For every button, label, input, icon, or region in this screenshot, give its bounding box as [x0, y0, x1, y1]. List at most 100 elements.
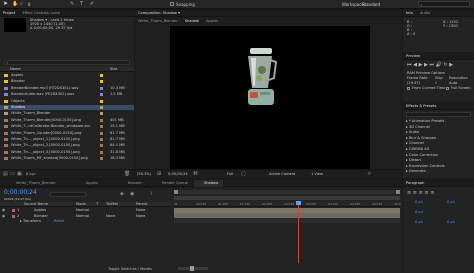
effects-search-input[interactable] — [406, 112, 471, 117]
effects-category[interactable]: ▸ Generate — [406, 169, 472, 173]
layer-name[interactable]: Apples — [34, 208, 46, 213]
project-item[interactable]: BlenderAudio.wav (FE2D4302).wav 1.5 MB — [0, 92, 134, 97]
views-select[interactable]: 1 View — [311, 172, 323, 176]
tab-effect-controls[interactable]: Effect Controls: none — [19, 10, 63, 16]
project-item[interactable]: White_Th..._object_2.[0000-0150].png 64.1… — [0, 143, 134, 148]
timecode-display[interactable]: 0;00;00;24 — [168, 172, 188, 176]
skip-value[interactable]: 0 — [435, 81, 437, 85]
timeline-tab-render-queue[interactable]: Render Queue — [148, 180, 193, 187]
toggle-switches-modes[interactable]: Toggle Switches / Modes — [108, 267, 152, 271]
indent-left[interactable]: 0 px — [415, 200, 423, 204]
comp-tab-shadow[interactable]: Shadow — [182, 18, 202, 24]
layer-mode-select[interactable]: Normal — [76, 214, 89, 219]
zoom-tool-icon[interactable]: ⌕ — [20, 1, 26, 7]
label-color-swatch[interactable] — [100, 112, 103, 116]
composition-header-label[interactable]: Composition: Shadow ▾ — [135, 10, 183, 16]
effects-category[interactable]: ▸ Distort — [406, 158, 472, 162]
layer-name[interactable]: Blender — [34, 214, 48, 219]
navigator-handle-end[interactable] — [396, 190, 400, 194]
motion-blur-icon[interactable]: ◉ — [130, 191, 134, 197]
interpret-footage-icon[interactable]: ▤ — [3, 171, 8, 177]
justify-icon[interactable]: ≡ — [424, 190, 428, 196]
timeline-search-input[interactable] — [50, 192, 86, 197]
label-color-swatch[interactable] — [100, 131, 103, 135]
work-area-bar[interactable] — [174, 196, 400, 200]
new-composition-icon[interactable]: ▣ — [17, 171, 22, 177]
loop-icon[interactable]: ↻ — [443, 62, 447, 68]
navigator-handle-start[interactable] — [174, 190, 178, 194]
timeline-tab-shadow[interactable]: Shadow — [193, 180, 224, 187]
project-item[interactable]: Apples — [0, 73, 134, 78]
current-time-indicator[interactable] — [298, 201, 299, 263]
tab-project[interactable]: Project — [0, 10, 18, 16]
next-frame-icon[interactable]: ▶ — [424, 62, 428, 68]
snapshot-icon[interactable]: ⌘ — [193, 171, 198, 177]
tab-info[interactable]: Info — [403, 10, 416, 16]
label-color-swatch[interactable] — [100, 106, 103, 109]
time-ruler[interactable]: 0f 00:15f 01:00f 01:15f 02:00f 02:15f 03:00f 03… — [174, 201, 401, 207]
last-frame-icon[interactable]: ⏭ — [429, 62, 434, 68]
draft-3d-icon[interactable]: ◈ — [120, 191, 124, 197]
resolution-select[interactable]: Auto — [449, 81, 457, 85]
effects-category[interactable]: ▸ Color Correction — [406, 153, 472, 157]
layer-label-color[interactable] — [12, 209, 15, 212]
resolution-select[interactable]: Full — [227, 172, 233, 176]
comp-tab-apples[interactable]: Apples — [203, 18, 221, 24]
visibility-eye-icon[interactable]: ◉ — [2, 214, 5, 219]
label-color-swatch[interactable] — [100, 157, 103, 161]
label-color-swatch[interactable] — [100, 74, 103, 77]
workspace-select[interactable]: Standard — [362, 2, 380, 7]
label-color-swatch[interactable] — [100, 138, 103, 141]
indent-first[interactable]: 0 px — [415, 210, 423, 214]
prev-frame-icon[interactable]: ◀ — [413, 62, 417, 68]
col-parent[interactable]: Parent — [136, 202, 148, 207]
snapping-checkbox[interactable] — [170, 2, 174, 6]
effects-category[interactable]: ▸ * Animation Presets — [406, 119, 472, 123]
exposure-icon[interactable]: ☼ — [367, 171, 371, 177]
project-item[interactable]: White_Tharm_Blender[0000-0150].png 401 MB — [0, 118, 134, 123]
hand-tool-icon[interactable]: ✋ — [12, 1, 18, 7]
label-color-swatch[interactable] — [100, 150, 103, 154]
help-search-input[interactable]: ⌕ — [418, 1, 470, 7]
col-size-header[interactable]: Size — [110, 67, 117, 72]
layer-trkmat-select[interactable]: None — [106, 214, 115, 219]
from-current-time-checkbox[interactable] — [407, 87, 410, 90]
play-icon[interactable]: ▶ — [419, 62, 423, 68]
col-t[interactable]: T — [96, 202, 98, 207]
layer-row[interactable]: ◉ 2 Blender Normal None None — [0, 214, 172, 219]
full-screen-checkbox[interactable] — [446, 87, 449, 90]
effects-category[interactable]: ▸ 3D Channel — [406, 125, 472, 129]
timeline-zoom-slider[interactable] — [178, 266, 208, 271]
project-search-input[interactable]: ⌕ — [4, 60, 130, 65]
col-trkmat[interactable]: TrkMat — [106, 202, 118, 207]
effects-category[interactable]: ▸ Blur & Sharpen — [406, 136, 472, 140]
space-after[interactable]: 0 px — [447, 220, 455, 224]
ram-preview-icon[interactable]: ▶ — [449, 62, 453, 68]
transform-reset[interactable]: Reset — [54, 219, 64, 223]
col-mode[interactable]: Mode — [76, 202, 86, 207]
zoom-select[interactable]: (50.3%) — [137, 172, 151, 176]
indent-right[interactable]: 0 px — [447, 200, 455, 204]
project-item[interactable]: White_Th..._object_3.[0000-0150].png 31.8… — [0, 150, 134, 155]
project-item[interactable]: Shadow — [0, 105, 134, 110]
project-item[interactable]: Objects — [0, 99, 134, 104]
new-folder-icon[interactable]: ▭ — [10, 171, 15, 177]
layer-mode-select[interactable]: Normal — [76, 208, 89, 213]
align-center-icon[interactable]: ≡ — [413, 190, 417, 196]
justify-all-icon[interactable]: ≡ — [430, 190, 434, 196]
align-left-icon[interactable]: ≡ — [407, 190, 411, 196]
timeline-timecode[interactable]: 0;00;00;24 — [4, 190, 37, 196]
grid-icon[interactable]: ⊞ — [157, 171, 161, 177]
first-frame-icon[interactable]: ⏮ — [407, 62, 412, 68]
effects-category[interactable]: ▸ CINEMA 4D — [406, 147, 472, 151]
effects-category[interactable]: ▸ Audio — [406, 130, 472, 134]
audio-icon[interactable]: 🔊 — [436, 62, 442, 68]
region-icon[interactable]: ▢ — [241, 171, 246, 177]
effects-category[interactable]: ▸ Channel — [406, 141, 472, 145]
layer-label-color[interactable] — [12, 214, 15, 218]
project-item[interactable]: White_T...rdCalibrator-Blender_windower.… — [0, 124, 134, 129]
layer-row[interactable]: ◉ 1 Apples Normal None — [0, 208, 172, 213]
timeline-tab-blender[interactable]: Blender — [104, 180, 147, 187]
label-color-swatch[interactable] — [100, 144, 103, 148]
label-color-swatch[interactable] — [100, 93, 103, 97]
